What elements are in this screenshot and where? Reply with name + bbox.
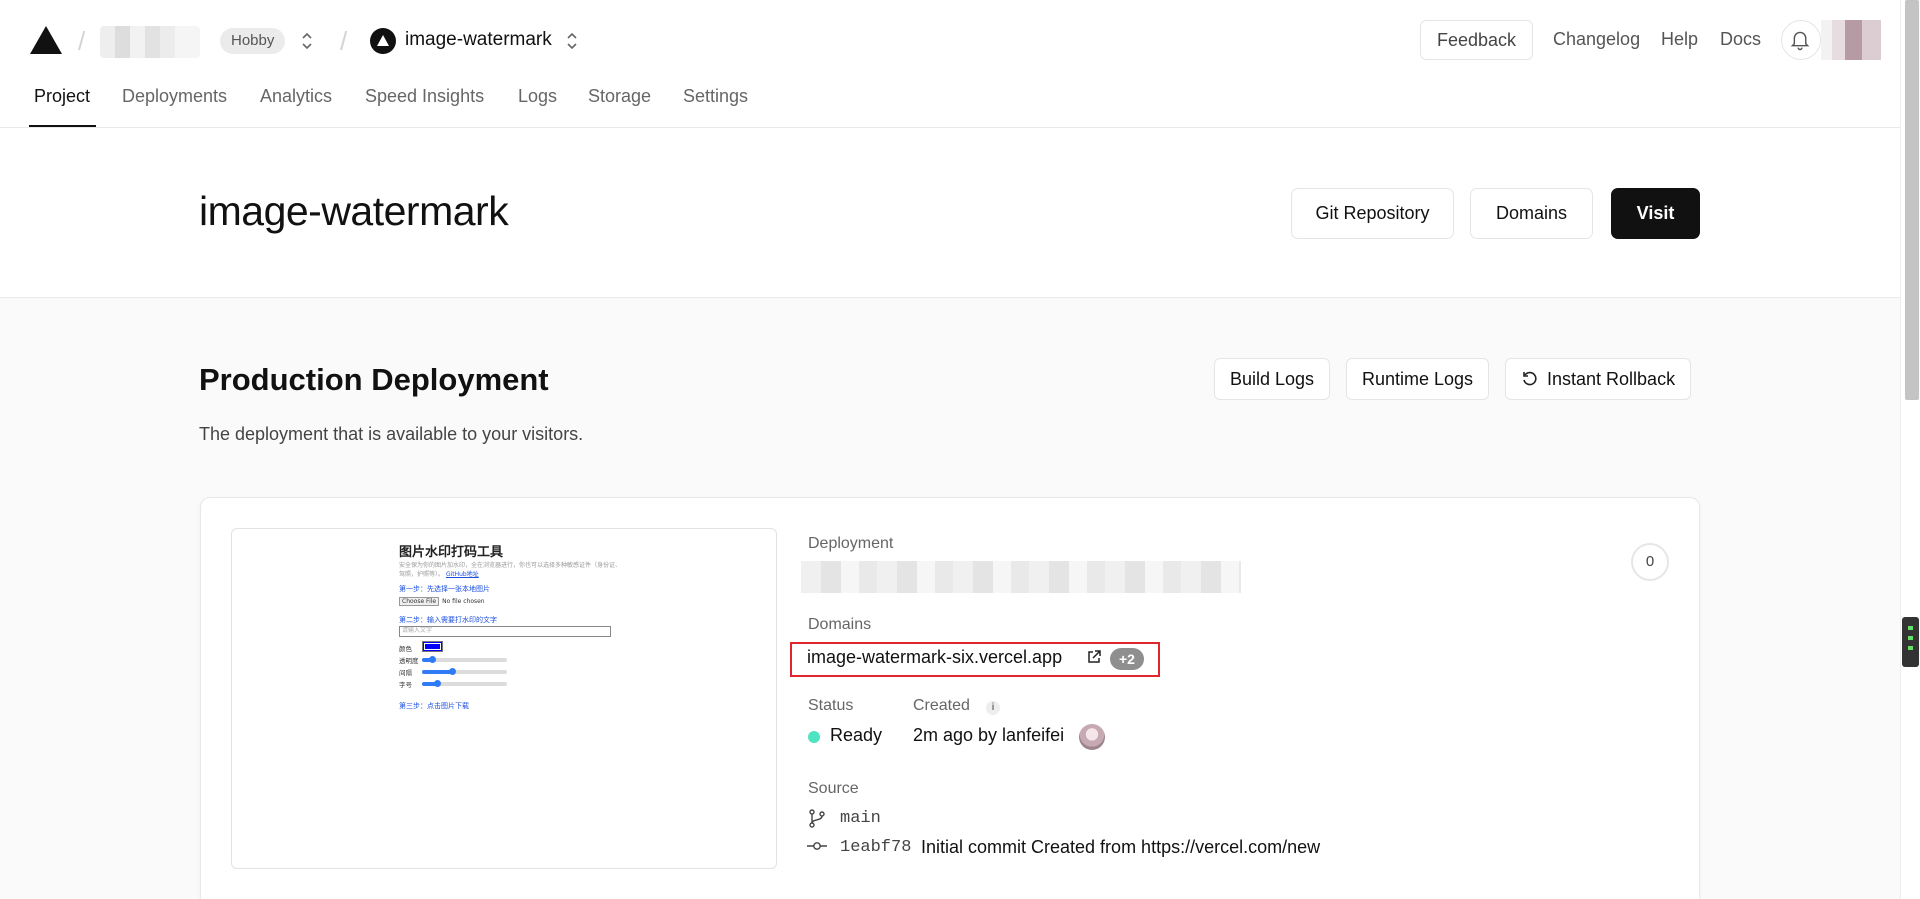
plan-badge: Hobby	[220, 28, 286, 54]
runtime-logs-label: Runtime Logs	[1362, 369, 1474, 389]
preview-color-swatch	[422, 641, 443, 652]
creator-avatar[interactable]	[1079, 724, 1105, 750]
rollback-icon	[1523, 371, 1537, 386]
section-title: Production Deployment	[199, 362, 549, 397]
status-label: Status	[808, 697, 854, 714]
project-name[interactable]: image-watermark	[405, 29, 552, 51]
commit-hash[interactable]: 1eabf78	[840, 838, 911, 857]
tab-project[interactable]: Project	[34, 86, 90, 107]
floating-widget[interactable]	[1902, 617, 1919, 667]
preview-text-input: 请输入文字	[399, 626, 611, 637]
extra-domains-badge[interactable]: +2	[1110, 648, 1144, 670]
vercel-logo-icon[interactable]	[29, 25, 63, 55]
preview-opacity-label: 透明度	[399, 657, 419, 665]
breadcrumb-separator: /	[78, 26, 86, 56]
domains-button[interactable]: Domains	[1470, 188, 1593, 239]
team-avatar-blurred[interactable]	[100, 26, 200, 58]
preview-spacing-label: 间隔	[399, 669, 412, 677]
status-ready-dot	[808, 731, 820, 743]
instant-rollback-button[interactable]: Instant Rollback	[1505, 358, 1692, 400]
build-logs-label: Build Logs	[1230, 369, 1315, 389]
source-label: Source	[808, 780, 859, 797]
preview-spacing-slider	[422, 668, 507, 675]
project-icon	[370, 28, 396, 54]
branch-name[interactable]: main	[840, 809, 881, 828]
docs-link[interactable]: Docs	[1720, 29, 1761, 50]
git-commit-icon	[807, 842, 827, 850]
instant-rollback-label: Instant Rollback	[1547, 369, 1676, 389]
changelog-link[interactable]: Changelog	[1553, 29, 1640, 50]
project-switcher-chevron-icon[interactable]	[564, 28, 580, 54]
help-link[interactable]: Help	[1661, 29, 1698, 50]
tab-storage[interactable]: Storage	[588, 86, 651, 107]
info-icon[interactable]: i	[986, 701, 1000, 715]
tab-deployments[interactable]: Deployments	[122, 86, 227, 107]
page-scrollbar[interactable]	[1900, 0, 1920, 899]
git-branch-icon	[809, 809, 825, 828]
active-tab-indicator	[29, 125, 96, 127]
feedback-button[interactable]: Feedback	[1420, 20, 1534, 60]
runtime-logs-button[interactable]: Runtime Logs	[1346, 358, 1490, 400]
deployment-label: Deployment	[808, 535, 894, 552]
bell-icon	[1790, 31, 1810, 51]
scrollbar-thumb[interactable]	[1905, 0, 1919, 400]
preview-opacity-slider	[422, 656, 507, 663]
section-subtitle: The deployment that is available to your…	[199, 424, 584, 444]
page-title: image-watermark	[199, 188, 509, 234]
created-value: 2m ago by lanfeifei	[913, 725, 1065, 745]
preview-step1: 第一步：先选择一张本地图片	[399, 585, 490, 593]
breadcrumb-separator: /	[340, 26, 348, 56]
preview-color-label: 颜色	[399, 645, 412, 653]
preview-size-label: 字号	[399, 681, 412, 689]
domains-label: Domains	[808, 616, 872, 633]
deployment-url-blurred[interactable]	[801, 561, 1241, 593]
preview-step3: 第三步：点击图片下载	[399, 702, 469, 710]
visit-button[interactable]: Visit	[1611, 188, 1700, 239]
top-header: / Hobby / image-watermark Feedback Chang…	[0, 0, 1900, 128]
project-title-band: image-watermark Git Repository Domains V…	[0, 128, 1900, 298]
preview-step2: 第二步：输入需要打水印的文字	[399, 616, 497, 624]
external-link-icon[interactable]	[1086, 649, 1102, 665]
tab-speed-insights[interactable]: Speed Insights	[365, 86, 484, 107]
build-logs-button[interactable]: Build Logs	[1214, 358, 1331, 400]
preview-file-input: Choose File No file chosen	[399, 597, 485, 606]
created-label: Created	[913, 697, 970, 714]
tab-logs[interactable]: Logs	[518, 86, 557, 107]
domain-link[interactable]: image-watermark-six.vercel.app	[807, 647, 1062, 668]
user-avatar[interactable]	[1821, 20, 1881, 60]
status-value: Ready	[830, 725, 883, 745]
team-switcher-chevron-icon[interactable]	[299, 28, 315, 54]
deployment-preview-thumbnail[interactable]: 图片水印打码工具 安全保为你的图片加水印，全在浏览器进行，你也可以选择多种敏感证…	[231, 528, 777, 869]
preview-title: 图片水印打码工具	[399, 545, 504, 560]
git-repository-button[interactable]: Git Repository	[1291, 188, 1454, 239]
preview-description: 安全保为你的图片加水印，全在浏览器进行，你也可以选择多种敏感证件（身份证、 驾照…	[399, 562, 622, 578]
deployment-card: 图片水印打码工具 安全保为你的图片加水印，全在浏览器进行，你也可以选择多种敏感证…	[200, 497, 1700, 899]
commit-message[interactable]: Initial commit Created from https://verc…	[921, 837, 1320, 858]
preview-size-slider	[422, 680, 507, 687]
count-indicator[interactable]: 0	[1631, 543, 1669, 581]
tab-settings[interactable]: Settings	[683, 86, 748, 107]
tab-analytics[interactable]: Analytics	[260, 86, 332, 107]
notifications-button[interactable]	[1781, 20, 1821, 60]
